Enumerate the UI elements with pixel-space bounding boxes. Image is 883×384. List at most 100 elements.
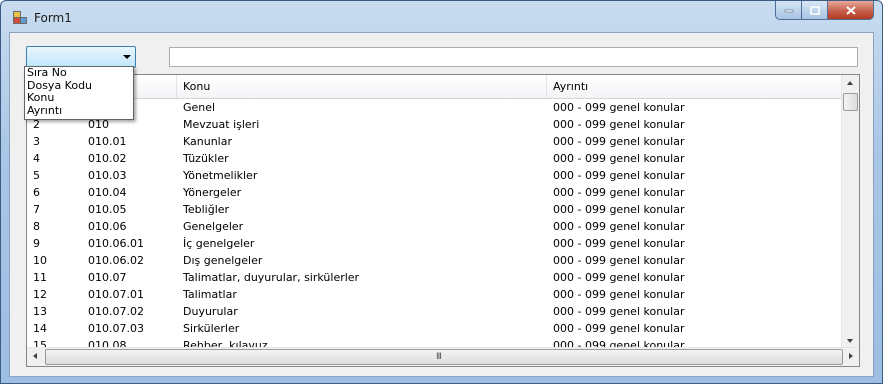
dropdown-option-sira-no[interactable]: Sıra No [25, 66, 133, 80]
table-cell: 7 [33, 203, 40, 216]
table-cell: 11 [33, 271, 47, 284]
search-input[interactable] [169, 47, 858, 67]
horizontal-scroll-thumb[interactable]: III [45, 349, 843, 365]
vertical-scrollbar[interactable] [841, 75, 859, 349]
table-cell: Kanunlar [183, 135, 232, 148]
horizontal-scrollbar[interactable]: III [27, 347, 859, 366]
table-cell: 010.04 [88, 186, 127, 199]
arrow-up-icon [847, 81, 853, 85]
table-row[interactable]: 11 010.07 Talimatlar, duyurular, sirkülerl… [27, 269, 843, 286]
table-cell: 000 - 099 genel konular [553, 237, 685, 250]
table-cell: Genel [183, 101, 216, 114]
data-grid[interactable]: du Konu Ayrıntı 1Genel000 - 099 genel ko… [26, 74, 860, 367]
grid-rows: 1Genel000 - 099 genel konular2010Mevzuat… [27, 99, 843, 354]
table-cell: Mevzuat işleri [183, 118, 260, 131]
table-cell: 010.03 [88, 169, 127, 182]
table-cell: Dış genelgeler [183, 254, 263, 267]
table-row[interactable]: 9 010.06.01 İç genelgeler 000 - 099 genel k… [27, 235, 843, 252]
chevron-down-icon[interactable] [123, 55, 131, 59]
table-row[interactable]: 4 010.02 Tüzükler 000 - 099 genel konular [27, 150, 843, 167]
table-cell: 4 [33, 152, 40, 165]
table-row[interactable]: 12 010.07.01 Talimatlar 000 - 099 genel kon… [27, 286, 843, 303]
minimize-icon [784, 9, 793, 13]
table-cell: 8 [33, 220, 40, 233]
main-window: Form1 du Konu Ayrıntı 1Genel000 - 0 [0, 0, 883, 384]
title-bar[interactable]: Form1 [1, 1, 882, 33]
grip-icon: III [436, 352, 442, 362]
table-cell: 010.02 [88, 152, 127, 165]
close-button[interactable] [828, 1, 874, 20]
table-cell: 010.07.02 [88, 305, 144, 318]
table-cell: 000 - 099 genel konular [553, 322, 685, 335]
table-row[interactable]: 13 010.07.02 Duyurular 000 - 099 genel konu… [27, 303, 843, 320]
arrow-left-icon [33, 353, 37, 359]
table-cell: 010.07 [88, 271, 127, 284]
column-combobox[interactable] [26, 46, 136, 68]
table-cell: 010.07.03 [88, 322, 144, 335]
table-cell: 000 - 099 genel konular [553, 305, 685, 318]
table-cell: 13 [33, 305, 47, 318]
table-row[interactable]: 8 010.06 Genelgeler 000 - 099 genel konular [27, 218, 843, 235]
form-client-area: du Konu Ayrıntı 1Genel000 - 099 genel ko… [9, 32, 874, 377]
table-cell: Tüzükler [183, 152, 229, 165]
table-cell: 6 [33, 186, 40, 199]
table-row[interactable]: 6 010.04 Yönergeler 000 - 099 genel konular [27, 184, 843, 201]
table-cell: 000 - 099 genel konular [553, 271, 685, 284]
table-cell: İç genelgeler [183, 237, 255, 250]
table-cell: 000 - 099 genel konular [553, 169, 685, 182]
table-cell: 000 - 099 genel konular [553, 203, 685, 216]
caption-buttons [775, 1, 874, 21]
vertical-scroll-thumb[interactable] [843, 93, 858, 111]
table-cell: Tebliğler [183, 203, 230, 216]
table-cell: 3 [33, 135, 40, 148]
maximize-button[interactable] [802, 1, 828, 20]
table-row[interactable]: 5 010.03 Yönetmelikler 000 - 099 genel konu… [27, 167, 843, 184]
table-cell: Yönergeler [183, 186, 242, 199]
table-cell: Duyurular [183, 305, 238, 318]
scroll-right-button[interactable] [842, 348, 859, 365]
table-cell: 000 - 099 genel konular [553, 152, 685, 165]
table-cell: 14 [33, 322, 47, 335]
header-ayrinti[interactable]: Ayrıntı [547, 75, 843, 98]
table-cell: Talimatlar [183, 288, 237, 301]
header-konu[interactable]: Konu [177, 75, 547, 98]
dropdown-option-konu[interactable]: Konu [25, 91, 133, 105]
dropdown-option-ayrinti[interactable]: Ayrıntı [25, 104, 133, 118]
grid-header: du Konu Ayrıntı [27, 75, 843, 99]
maximize-icon [809, 5, 820, 15]
combobox-dropdown-list[interactable]: Sıra No Dosya Kodu Konu Ayrıntı [24, 66, 134, 120]
table-cell: 000 - 099 genel konular [553, 186, 685, 199]
table-cell: 010.01 [88, 135, 127, 148]
table-cell: 010.05 [88, 203, 127, 216]
table-cell: 000 - 099 genel konular [553, 288, 685, 301]
table-row[interactable]: 3 010.01 Kanunlar 000 - 099 genel konular [27, 133, 843, 150]
table-cell: 9 [33, 237, 40, 250]
arrow-down-icon [847, 339, 853, 343]
table-cell: Sirkülerler [183, 322, 240, 335]
table-cell: 010.06 [88, 220, 127, 233]
window-title: Form1 [34, 11, 72, 25]
table-cell: 10 [33, 254, 47, 267]
table-cell: 12 [33, 288, 47, 301]
table-row[interactable]: 7 010.05 Tebliğler 000 - 099 genel konular [27, 201, 843, 218]
table-row[interactable]: 1Genel000 - 099 genel konular [27, 99, 843, 116]
minimize-button[interactable] [775, 1, 802, 20]
scroll-left-button[interactable] [27, 348, 44, 365]
app-icon [13, 11, 27, 24]
table-cell: 010.06.02 [88, 254, 144, 267]
table-row[interactable]: 14 010.07.03 Sirkülerler 000 - 099 genel ko… [27, 320, 843, 337]
table-cell: 5 [33, 169, 40, 182]
table-cell: 000 - 099 genel konular [553, 220, 685, 233]
table-cell: 010.07.01 [88, 288, 144, 301]
table-cell: 000 - 099 genel konular [553, 254, 685, 267]
table-row[interactable]: 10 010.06.02 Dış genelgeler 000 - 099 genel… [27, 252, 843, 269]
table-cell: Yönetmelikler [183, 169, 258, 182]
table-cell: 010.06.01 [88, 237, 144, 250]
close-icon [845, 5, 856, 15]
table-row[interactable]: 2 010 Mevzuat işleri 000 - 099 genel konula… [27, 116, 843, 133]
table-cell: 000 - 099 genel konular [553, 135, 685, 148]
table-cell: Talimatlar, duyurular, sirkülerler [183, 271, 360, 284]
table-cell: Genelgeler [183, 220, 244, 233]
scroll-up-button[interactable] [842, 75, 859, 92]
table-cell: 000 - 099 genel konular [553, 118, 685, 131]
